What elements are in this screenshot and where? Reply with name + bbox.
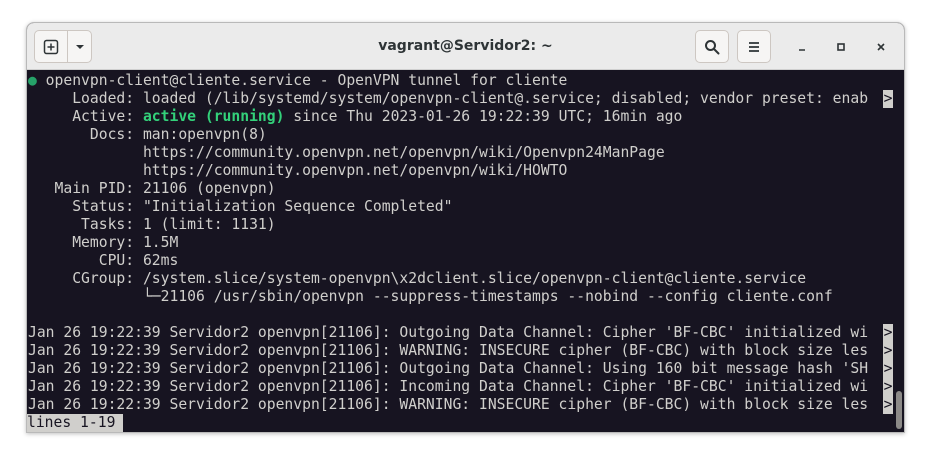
memory-line: Memory: 1.5M: [28, 234, 179, 251]
docs-url-line: https://community.openvpn.net/openvpn/wi…: [28, 162, 568, 179]
main-menu-button[interactable]: [737, 30, 771, 63]
cgroup-line: CGroup: /system.slice/system-openvpn\x2d…: [28, 270, 807, 287]
cgroup-process-line: └─21106 /usr/sbin/openvpn --suppress-tim…: [28, 288, 833, 305]
unit-header-text: openvpn-client@cliente.service - OpenVPN…: [36, 72, 568, 89]
truncation-marker: >: [883, 396, 893, 414]
new-tab-button[interactable]: [35, 31, 67, 62]
tab-menu-dropdown-button[interactable]: [68, 31, 92, 62]
log-line: Jan 26 19:22:39 Servidor2 openvpn[21106]…: [28, 396, 869, 413]
status-dot: ●: [28, 72, 37, 89]
log-line: Jan 26 19:22:39 Servidor2 openvpn[21106]…: [28, 342, 869, 359]
header-bar: vagrant@Servidor2: ~: [27, 23, 904, 70]
scrollbar[interactable]: [893, 71, 904, 432]
scrollbar-thumb[interactable]: [896, 391, 902, 429]
new-tab-button-group: [34, 30, 92, 63]
truncation-marker: >: [883, 90, 893, 108]
tasks-line: Tasks: 1 (limit: 1131): [28, 216, 276, 233]
truncation-marker: >: [883, 342, 893, 360]
terminal-output[interactable]: ● openvpn-client@cliente.service - OpenV…: [27, 71, 893, 432]
new-tab-icon: [43, 39, 59, 54]
window-title: vagrant@Servidor2: ~: [378, 38, 553, 54]
hamburger-menu-icon: [749, 41, 759, 52]
chevron-down-icon: [76, 44, 84, 49]
active-line: Active: active (running) since Thu 2023-…: [28, 108, 682, 126]
log-line: Jan 26 19:22:39 Servidor2 openvpn[21106]…: [28, 378, 869, 395]
truncation-marker: >: [883, 378, 893, 396]
main-pid-line: Main PID: 21106 (openvpn): [28, 180, 276, 197]
truncation-marker: >: [883, 360, 893, 378]
log-line: Jan 26 19:22:39 Servidor2 openvpn[21106]…: [28, 360, 869, 377]
status-line: Status: "Initialization Sequence Complet…: [28, 198, 453, 215]
close-button[interactable]: [869, 35, 893, 59]
minimize-icon: [799, 49, 805, 51]
search-button[interactable]: [695, 30, 729, 63]
search-icon: [705, 39, 720, 54]
active-state: active (running): [142, 108, 285, 125]
active-label: Active:: [28, 108, 143, 125]
terminal-window: vagrant@Servidor2: ~ ● openvpn-client@cl…: [26, 22, 905, 433]
active-rest: since Thu 2023-01-26 19:22:39 UTC; 16min…: [284, 108, 683, 125]
minimize-button[interactable]: [790, 35, 814, 59]
docs-line: Docs: man:openvpn(8): [28, 126, 267, 143]
log-line: Jan 26 19:22:39 Servidor2 openvpn[21106]…: [28, 324, 869, 341]
loaded-line: Loaded: loaded (/lib/systemd/system/open…: [28, 90, 869, 107]
close-icon: [877, 43, 885, 51]
truncation-marker: >: [883, 324, 893, 342]
pager-status: lines 1-19: [27, 414, 124, 432]
cpu-line: CPU: 62ms: [28, 252, 179, 269]
unit-header-line: ● openvpn-client@cliente.service - OpenV…: [28, 72, 567, 90]
maximize-button[interactable]: [829, 35, 853, 59]
maximize-icon: [837, 43, 845, 51]
docs-url-line: https://community.openvpn.net/openvpn/wi…: [28, 144, 665, 161]
